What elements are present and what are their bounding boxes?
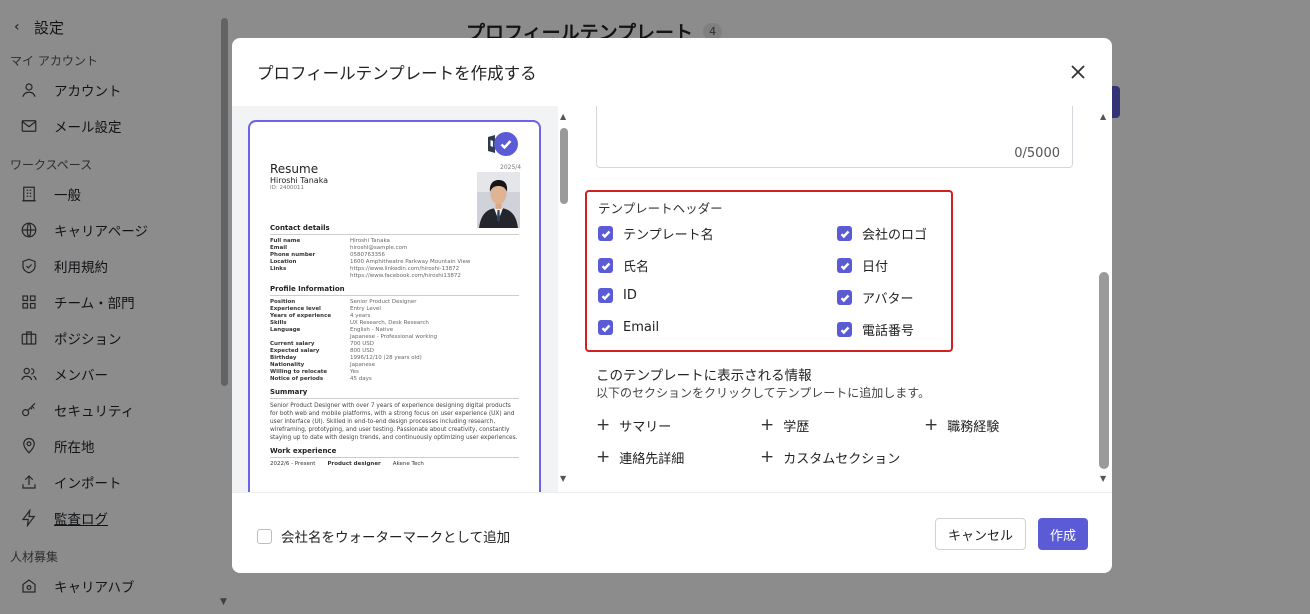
settings-scroll-down-icon[interactable]: ▼	[1100, 474, 1106, 483]
add-section-work-experience[interactable]: + 職務経験	[924, 415, 999, 436]
character-counter: 0/5000	[1014, 146, 1060, 161]
info-section-subtitle: 以下のセクションをクリックしてテンプレートに追加します。	[596, 386, 931, 400]
resume-row: https://www.facebook.com/hiroshi13872	[350, 273, 461, 279]
check-badge-icon	[494, 132, 518, 156]
resume-row: Current salary 700 USD	[270, 341, 374, 347]
plus-icon: +	[760, 447, 775, 467]
resume-row: Birthday 1996/12/10 (28 years old)	[270, 355, 422, 361]
checkbox-checked-icon[interactable]	[598, 320, 613, 335]
resume-row: Position Senior Product Designer	[270, 299, 417, 305]
resume-row: Links https://www.linkedin.com/hiroshi-13…	[270, 266, 460, 272]
settings-scroll-up-icon[interactable]: ▲	[1100, 112, 1106, 121]
close-icon[interactable]	[1068, 62, 1088, 82]
option-email[interactable]: Email	[598, 320, 659, 335]
preview-scroll-up-icon[interactable]: ▲	[560, 112, 566, 121]
preview-scrollbar[interactable]	[560, 128, 568, 204]
option-template-name[interactable]: テンプレート名	[598, 224, 714, 243]
plus-icon: +	[596, 415, 611, 435]
add-section-education[interactable]: + 学歴	[760, 415, 809, 436]
resume-row: Years of experience 4 years	[270, 313, 371, 319]
template-preview: 2025/4 Resume Hiroshi Tanaka ID: 2400011…	[232, 106, 558, 492]
watermark-checkbox[interactable]	[257, 528, 272, 544]
resume-row: Willing to relocate Yes	[270, 369, 359, 375]
checkbox-checked-icon[interactable]	[598, 258, 613, 273]
checkbox-checked-icon[interactable]	[598, 226, 613, 241]
preview-scroll-down-icon[interactable]: ▼	[560, 474, 566, 483]
option-phone[interactable]: 電話番号	[837, 320, 914, 339]
settings-scrollbar[interactable]	[1099, 272, 1109, 469]
option-date[interactable]: 日付	[837, 256, 888, 275]
add-section-contact[interactable]: + 連絡先詳細	[596, 447, 684, 468]
checkbox-checked-icon[interactable]	[837, 322, 852, 337]
checkbox-checked-icon[interactable]	[837, 226, 852, 241]
resume-row: Japanese - Professional working	[350, 334, 438, 340]
resume-row: Notice of periods 45 days	[270, 376, 372, 382]
resume-row: Email hiroshi@sample.com	[270, 245, 408, 251]
option-avatar[interactable]: アバター	[837, 288, 913, 307]
resume-section-heading: Profile Information	[270, 285, 519, 296]
modal-footer: 会社名をウォーターマークとして追加 キャンセル 作成	[232, 492, 1112, 573]
resume-row: Language English - Native	[270, 327, 394, 333]
resume-row: Experience level Entry Level	[270, 306, 381, 312]
checkbox-checked-icon[interactable]	[837, 290, 852, 305]
resume-row: Skills UX Research, Desk Research	[270, 320, 429, 326]
template-header-options: テンプレートヘッダー テンプレート名 会社のロゴ 氏名 日付 ID アバター E…	[585, 190, 953, 352]
avatar	[477, 172, 520, 228]
option-id[interactable]: ID	[598, 288, 637, 303]
resume-row: Nationality Japanese	[270, 362, 375, 368]
option-full-name[interactable]: 氏名	[598, 256, 649, 275]
create-button[interactable]: 作成	[1038, 518, 1088, 550]
watermark-label: 会社名をウォーターマークとして追加	[281, 530, 511, 546]
resume-row: Phone number 0580763356	[270, 252, 385, 258]
cancel-button[interactable]: キャンセル	[935, 518, 1026, 550]
checkbox-checked-icon[interactable]	[837, 258, 852, 273]
resume-work-row: 2022/6 - Present Product designer Akene …	[270, 461, 424, 467]
checkbox-checked-icon[interactable]	[598, 288, 613, 303]
description-textarea[interactable]: 0/5000	[596, 106, 1073, 168]
resume-summary: Senior Product Designer with over 7 year…	[270, 403, 518, 441]
add-section-custom[interactable]: + カスタムセクション	[760, 447, 900, 468]
plus-icon: +	[596, 447, 611, 467]
resume-section-heading: Summary	[270, 388, 519, 399]
add-section-summary[interactable]: + サマリー	[596, 415, 671, 436]
option-company-logo[interactable]: 会社のロゴ	[837, 224, 927, 243]
template-settings-pane: 0/5000 テンプレートヘッダー テンプレート名 会社のロゴ 氏名 日付 ID…	[584, 106, 1104, 492]
info-section-title: このテンプレートに表示される情報	[596, 368, 812, 384]
template-header-label: テンプレートヘッダー	[598, 201, 723, 216]
resume-row: Location 1600 Amphitheatre Parkway Mounta…	[270, 259, 471, 265]
resume-section-heading: Work experience	[270, 447, 519, 458]
resume-row: Full name Hiroshi Tanaka	[270, 238, 390, 244]
modal-title: プロフィールテンプレートを作成する	[257, 64, 537, 83]
create-template-modal: プロフィールテンプレートを作成する 2025/4 Resume Hiroshi …	[232, 38, 1112, 573]
plus-icon: +	[924, 415, 939, 435]
resume-row: Expected salary 800 USD	[270, 348, 374, 354]
resume-date: 2025/4	[500, 164, 522, 171]
plus-icon: +	[760, 415, 775, 435]
resume-preview-card: 2025/4 Resume Hiroshi Tanaka ID: 2400011…	[248, 120, 541, 492]
watermark-option[interactable]: 会社名をウォーターマークとして追加	[257, 526, 510, 546]
